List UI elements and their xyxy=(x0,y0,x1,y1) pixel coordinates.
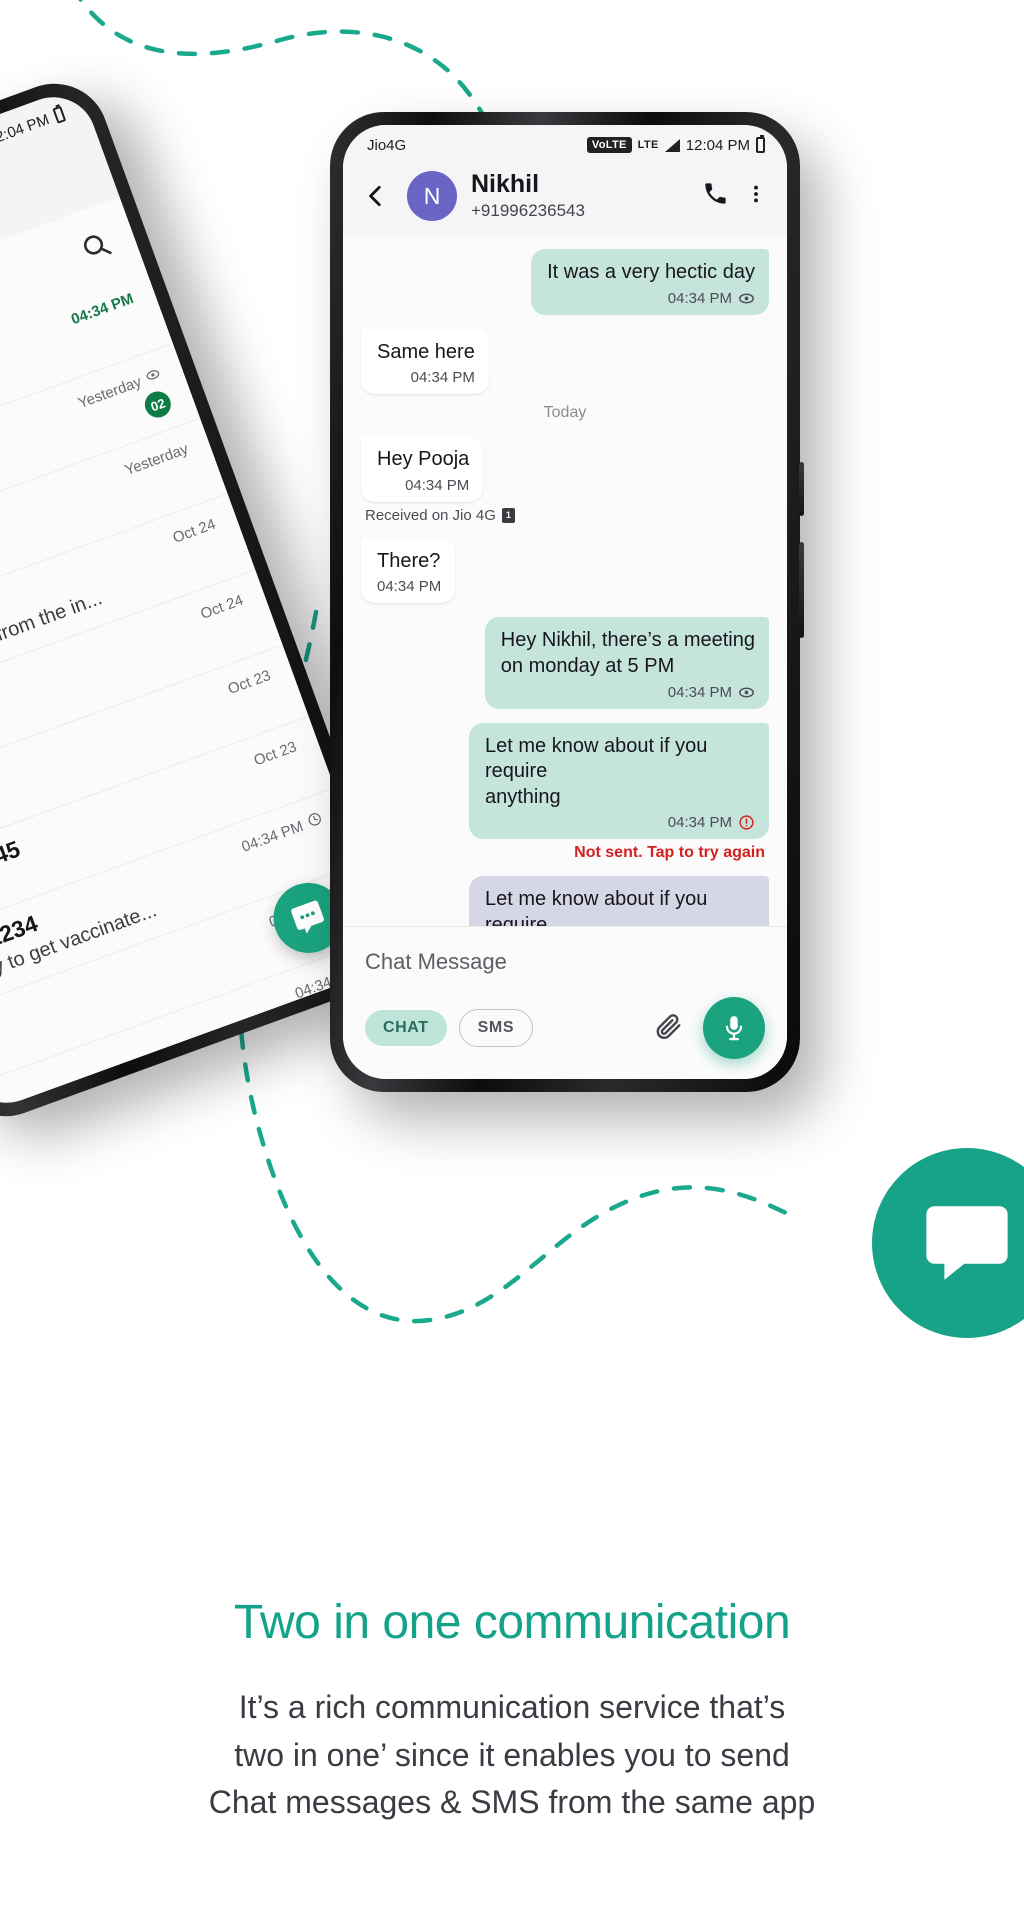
search-icon[interactable] xyxy=(77,226,117,269)
message-time: 04:34 PM xyxy=(405,476,470,494)
message-bubble[interactable]: Let me know about if you require anythin… xyxy=(469,722,769,840)
message-thread[interactable]: It was a very hectic day 04:34 PM Same her… xyxy=(343,235,787,926)
paperclip-icon[interactable] xyxy=(653,1011,683,1046)
message-text: There? xyxy=(377,549,441,572)
sim-icon: 1 xyxy=(501,507,515,523)
caption-body: It’s a rich communication service that’s… xyxy=(208,1689,816,1820)
chip-sms[interactable]: SMS xyxy=(458,1009,534,1047)
battery-icon xyxy=(756,135,765,153)
caption-block: Two in one communication It’s a rich com… xyxy=(0,1595,1024,1826)
message-time: 04:34 PM xyxy=(667,814,732,832)
message-group: It was a very hectic day 04:34 PM xyxy=(361,249,769,315)
right-clock: 12:04 PM xyxy=(685,136,750,154)
conversation-time: Yesterday xyxy=(122,440,191,480)
message-group: Hey Nikhil, there’s a meeting on monday … xyxy=(361,617,769,709)
message-bubble[interactable]: There? 04:34 PM xyxy=(361,537,456,604)
conversation-time: Oct 24 xyxy=(198,591,246,623)
message-bubble[interactable]: It was a very hectic day 04:34 PM xyxy=(531,249,769,315)
message-row: There? 04:34 PM xyxy=(361,537,769,604)
unread-badge: 02 xyxy=(141,387,175,422)
call-icon[interactable] xyxy=(702,180,729,212)
message-meta: 04:34 PM xyxy=(377,477,469,494)
volume-button[interactable] xyxy=(799,462,804,516)
phone-right: Jio4G VoLTE LTE 12:04 PM N Nikhil +91996… xyxy=(330,112,804,1092)
microphone-icon[interactable] xyxy=(703,997,765,1059)
message-group: Hey Pooja 04:34 PM Received on Jio 4G 1 xyxy=(361,436,769,524)
message-meta: 04:34 PM xyxy=(377,578,441,595)
sublabel-text: Received on Jio 4G xyxy=(365,506,496,524)
conversation-time: Oct 23 xyxy=(225,666,273,698)
message-composer: Chat Message CHAT SMS xyxy=(343,926,787,1079)
message-time: 04:34 PM xyxy=(410,369,475,387)
conversation-time: 04:34 PM xyxy=(68,290,136,329)
conversation-header: N Nikhil +91996236543 xyxy=(343,165,787,235)
send-error-label[interactable]: Not sent. Tap to try again xyxy=(361,844,769,862)
message-meta: 04:34 PM xyxy=(501,684,755,701)
phone-right-screen: Jio4G VoLTE LTE 12:04 PM N Nikhil +91996… xyxy=(343,125,787,1079)
power-button[interactable] xyxy=(799,542,804,638)
more-vertical-icon[interactable] xyxy=(745,181,767,212)
avatar: N xyxy=(407,171,457,221)
battery-icon xyxy=(52,105,67,124)
message-text: Let me know about if you require anythin… xyxy=(485,888,708,926)
back-icon[interactable] xyxy=(359,179,393,213)
message-row: It was a very hectic day 04:34 PM xyxy=(361,249,769,315)
contact-name: Nikhil xyxy=(471,170,540,199)
message-text: Let me know about if you require anythin… xyxy=(485,734,708,808)
caption-headline: Two in one communication xyxy=(233,1596,791,1649)
signal-icon xyxy=(664,138,680,152)
message-group: Let me know about if you require anythin… xyxy=(361,876,769,926)
message-time: 04:34 PM xyxy=(667,683,732,701)
message-bubble[interactable]: Hey Pooja 04:34 PM xyxy=(361,436,484,502)
message-row: Hey Nikhil, there’s a meeting on monday … xyxy=(361,617,769,709)
right-carrier-label: Jio4G xyxy=(367,136,407,154)
message-meta: 04:34 PM xyxy=(547,290,755,307)
chat-bubble-logo xyxy=(872,1148,1024,1338)
message-group: Let me know about if you require anythin… xyxy=(361,722,769,863)
message-group: There? 04:34 PM xyxy=(361,537,769,604)
message-row: Let me know about if you require anythin… xyxy=(361,722,769,840)
message-row: Let me know about if you require anythin… xyxy=(361,876,769,926)
message-bubble[interactable]: Same here 04:34 PM xyxy=(361,328,489,395)
message-time: 04:34 PM xyxy=(377,578,442,596)
message-bubble[interactable]: Let me know about if you require anythin… xyxy=(469,876,769,926)
lte-label: LTE xyxy=(637,139,659,151)
message-sublabel: Received on Jio 4G 1 xyxy=(361,507,769,524)
message-group: Same here 04:34 PM xyxy=(361,328,769,395)
message-meta: 04:34 PM xyxy=(377,369,475,386)
right-status-bar: Jio4G VoLTE LTE 12:04 PM xyxy=(343,125,787,165)
message-row: Same here 04:34 PM xyxy=(361,328,769,395)
message-text: It was a very hectic day xyxy=(547,261,755,283)
day-divider: Today xyxy=(543,404,587,422)
conversation-time: Oct 24 xyxy=(170,515,219,548)
message-text: Hey Pooja xyxy=(377,448,470,471)
message-bubble[interactable]: Hey Nikhil, there’s a meeting on monday … xyxy=(484,617,769,709)
volte-icon: VoLTE xyxy=(586,137,632,153)
message-text: Same here xyxy=(377,340,475,363)
message-time: 04:34 PM xyxy=(667,289,732,307)
contact-number: +91996236543 xyxy=(471,200,585,220)
message-meta: 04:34 PM xyxy=(485,814,755,831)
chat-message-input[interactable]: Chat Message xyxy=(365,945,765,997)
message-text: Hey Nikhil, there’s a meeting on monday … xyxy=(500,629,755,677)
conversation-time: Oct 23 xyxy=(251,737,299,770)
chip-chat[interactable]: CHAT xyxy=(365,1010,447,1046)
promo-page: Jio4G VoLTE LTE 12:04 PM Messages N xyxy=(0,0,1024,1920)
message-row: Hey Pooja 04:34 PM xyxy=(361,436,769,502)
